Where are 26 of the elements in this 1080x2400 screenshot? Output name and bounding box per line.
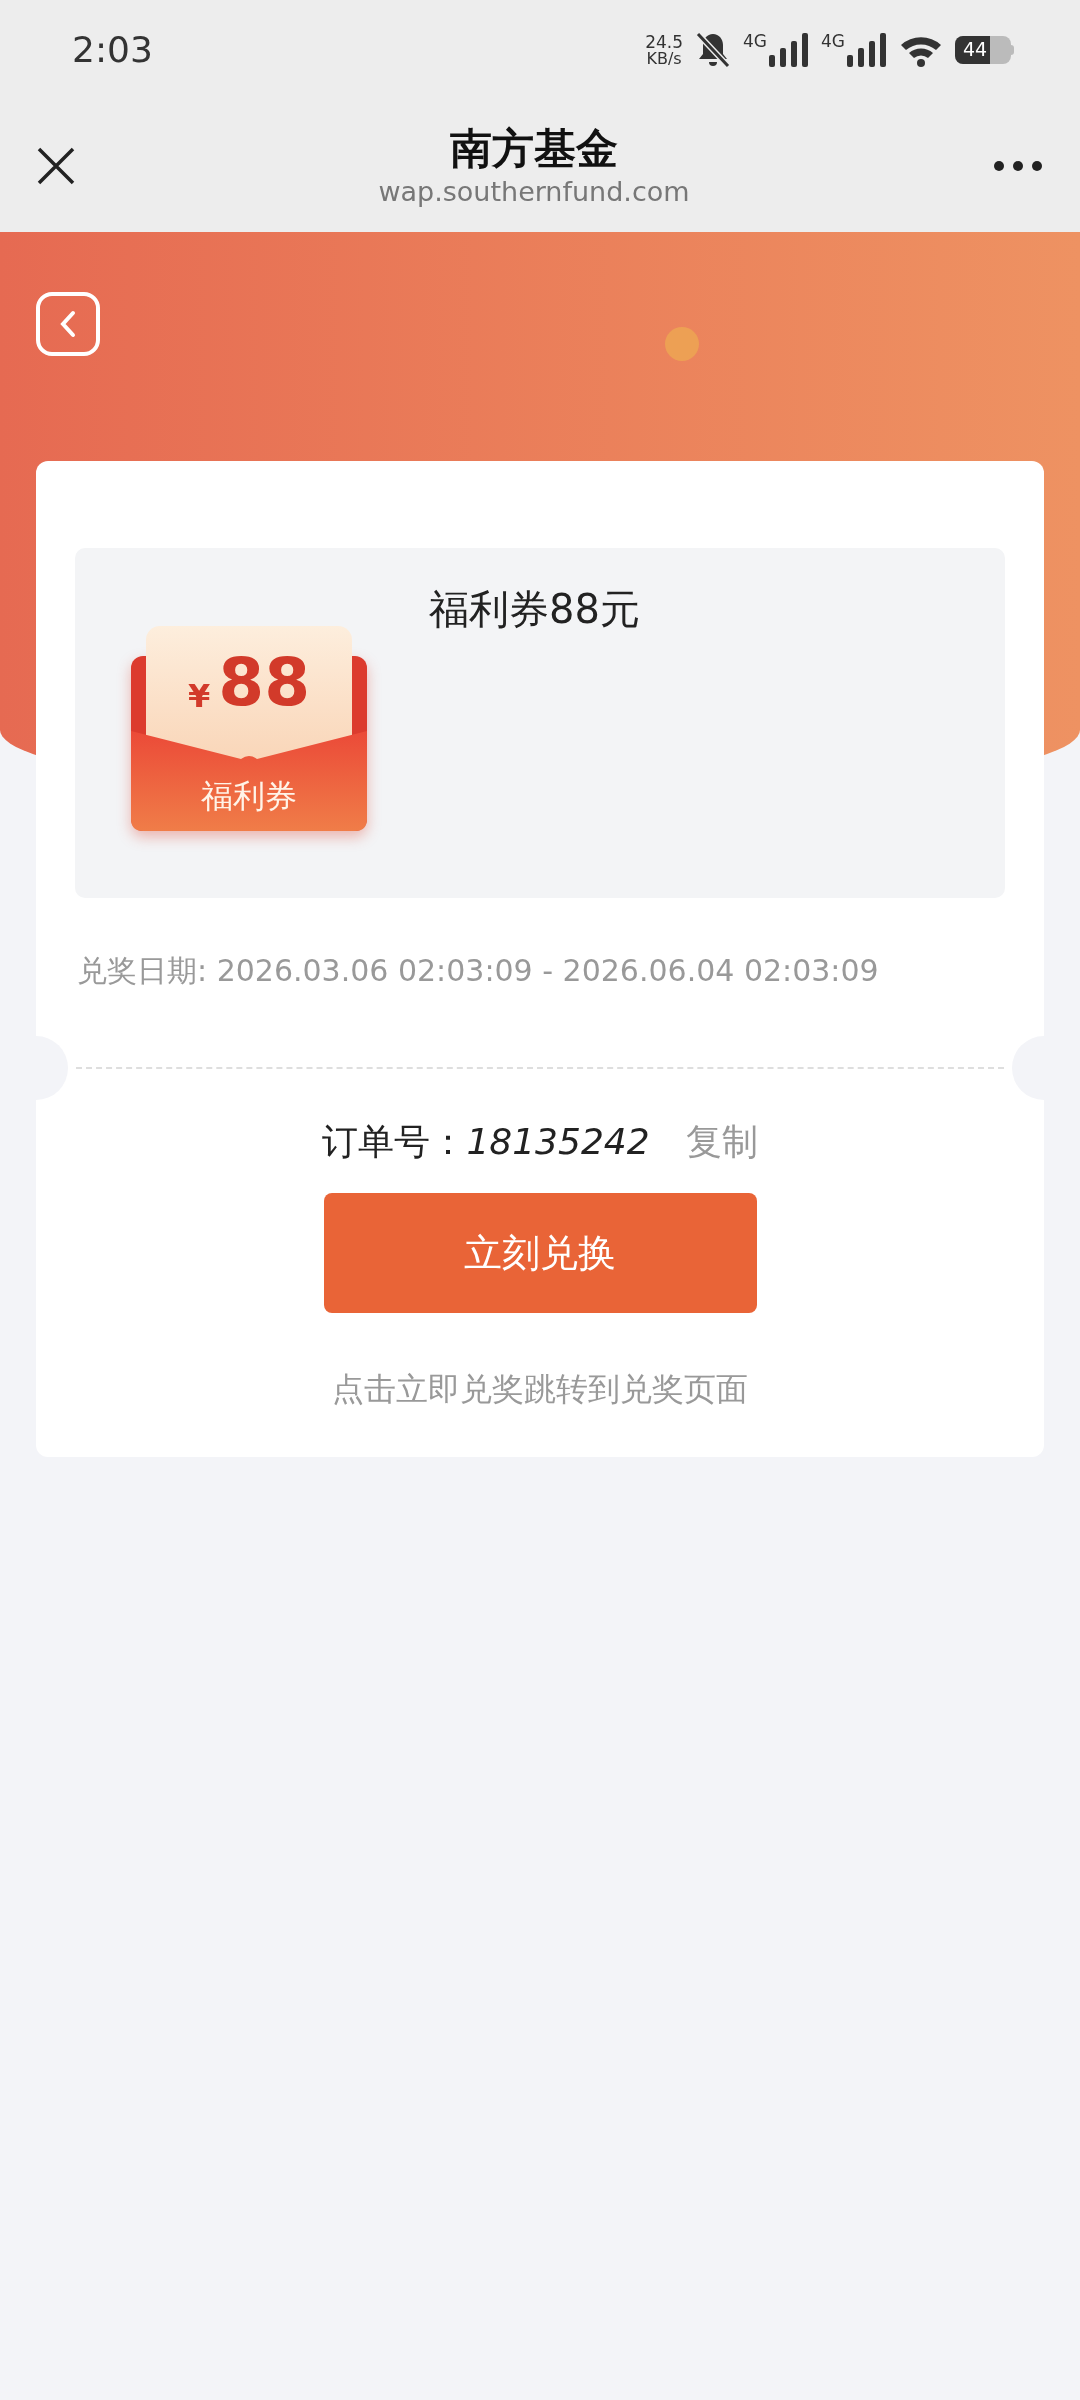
bell-muted-icon [695,31,731,69]
page-title: 南方基金 [450,122,618,175]
close-icon [36,146,76,186]
status-time: 2:03 [72,28,153,72]
redeem-period: 兑奖日期: 2026.03.06 02:03:09 - 2026.06.04 02:03:09 [77,952,880,990]
coupon-amount: 88 [218,650,311,716]
back-button[interactable] [36,292,100,356]
order-number: 18135242 [466,1120,650,1164]
redeem-hint: 点击立即兑奖跳转到兑奖页面 [331,1369,749,1410]
copy-link[interactable]: 复制 [685,1115,758,1169]
battery-level: 44 [963,40,988,59]
signal-icon [769,33,809,67]
network-type-label: 4G [821,33,845,50]
redeem-button[interactable]: 立刻兑换 [323,1193,757,1313]
currency-symbol: ¥ [187,676,211,717]
order-label: 订单号： [322,1120,467,1164]
chevron-left-icon [58,310,78,338]
page-url: wap.southernfund.com [378,175,690,210]
network-type-label: 4G [743,33,767,50]
coupon-title: 福利券88元 [429,585,640,634]
network-speed-unit: KB/s [646,50,682,67]
signal-icon [847,33,887,67]
coupon-badge-label: 福利券 [200,776,298,817]
coin-icon [664,326,700,362]
more-icon [993,160,1043,172]
network-speed: 24.5 [645,33,683,51]
